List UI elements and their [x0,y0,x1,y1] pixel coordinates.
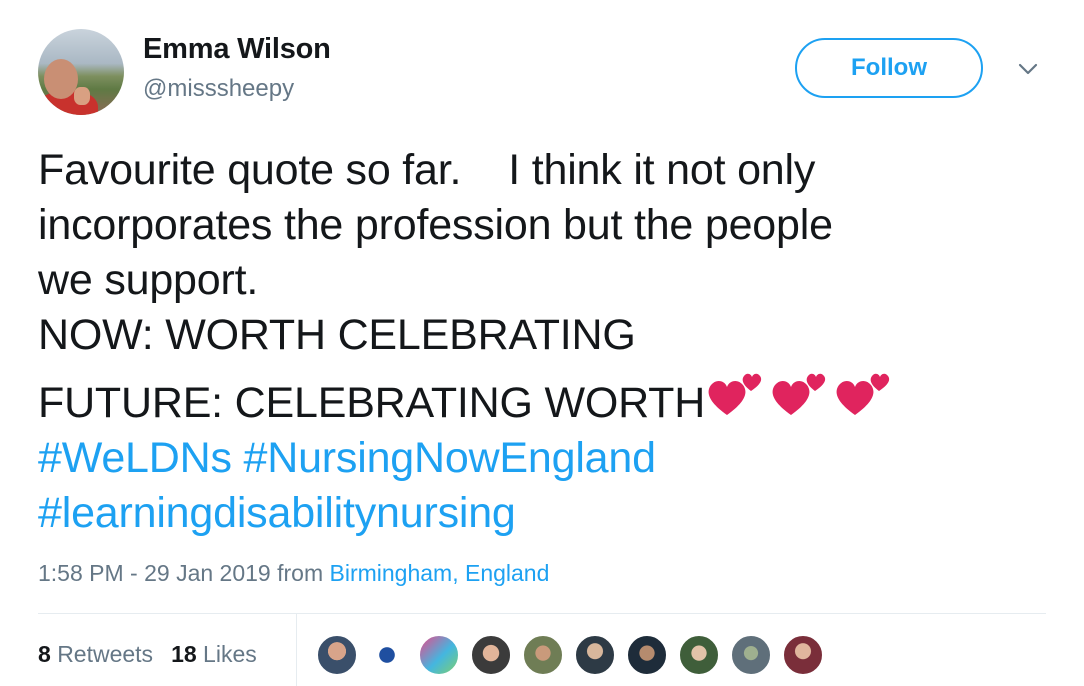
divider [296,614,297,686]
two-hearts-icon [708,373,890,415]
engagement-stats: 8 Retweets 18 Likes [38,641,257,668]
liker-avatar[interactable] [470,634,512,676]
liker-avatar[interactable] [366,634,408,676]
hashtag-line: #WeLDNs #NursingNowEngland [38,431,1048,486]
divider [38,613,1046,614]
liker-avatar[interactable] [418,634,460,676]
user-handle[interactable]: @misssheepy [143,75,294,103]
liker-avatar[interactable] [730,634,772,676]
liker-avatar[interactable] [574,634,616,676]
tweet-line: Favourite quote so far. I think it not o… [38,146,816,194]
tweet-line: NOW: WORTH CELEBRATING [38,311,636,359]
hashtag-line: #learningdisabilitynursing [38,486,1048,541]
retweets-count: 8 [38,641,51,667]
liker-avatar[interactable] [522,634,564,676]
tweet-text: Favourite quote so far. I think it not o… [38,143,1048,541]
tweet-line: incorporates the profession but the peop… [38,201,833,249]
location-link[interactable]: Birmingham, England [330,560,550,586]
likes-count: 18 [171,641,197,667]
tweet-meta: 1:58 PM - 29 Jan 2019 from Birmingham, E… [38,560,549,587]
likes-label: Likes [203,641,257,667]
tweet-line-with-emoji: FUTURE: CELEBRATING WORTH [38,363,1048,431]
user-name[interactable]: Emma Wilson [143,33,331,66]
chevron-down-icon[interactable] [1016,60,1040,78]
retweets-label: Retweets [57,641,154,667]
liker-avatar[interactable] [316,634,358,676]
timestamp[interactable]: 1:58 PM - 29 Jan 2019 from [38,560,330,586]
liker-avatar[interactable] [626,634,668,676]
user-avatar[interactable] [38,29,124,115]
tweet-line: FUTURE: CELEBRATING WORTH [38,379,706,427]
likes-link[interactable]: 18 Likes [171,641,257,667]
tweet-line: we support. [38,256,259,304]
liker-avatar[interactable] [678,634,720,676]
hashtag-link[interactable]: #learningdisabilitynursing [38,489,516,537]
hashtag-link[interactable]: #WeLDNs [38,434,232,482]
retweets-link[interactable]: 8 Retweets [38,641,153,667]
follow-button[interactable]: Follow [795,38,983,98]
liker-avatar[interactable] [782,634,824,676]
hashtag-link[interactable]: #NursingNowEngland [244,434,657,482]
